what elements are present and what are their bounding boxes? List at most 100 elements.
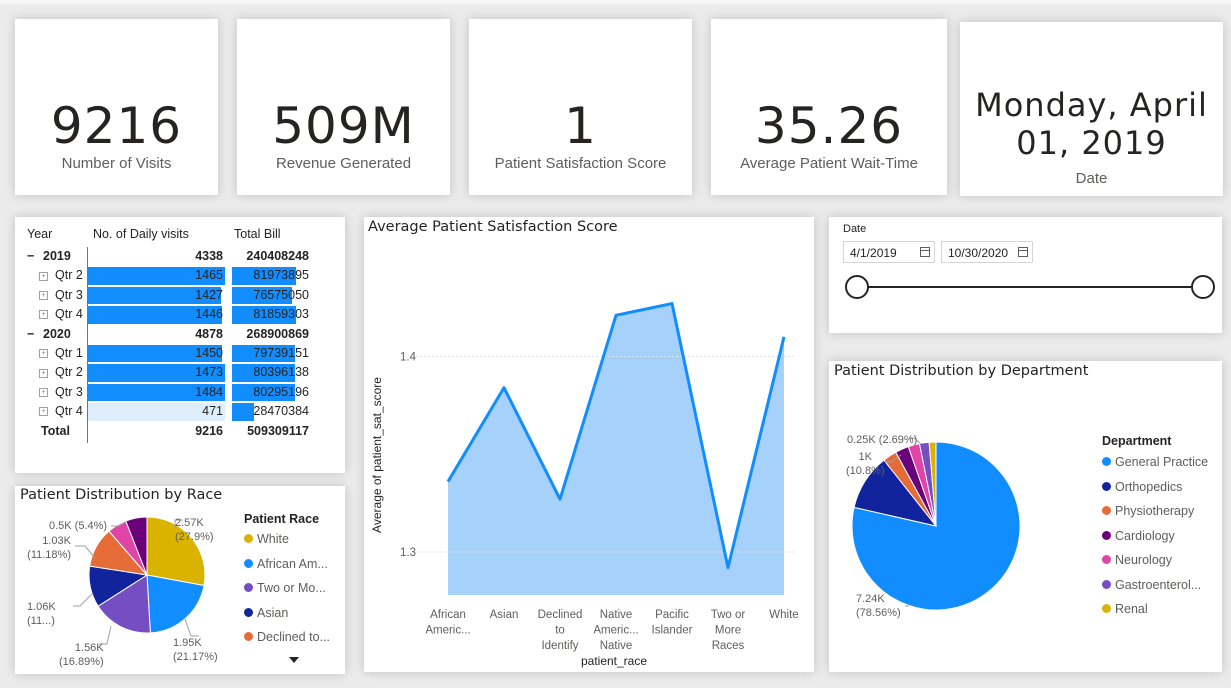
legend-label: Neurology — [1115, 553, 1172, 567]
bill-cell: 80396138 — [253, 365, 309, 380]
top-strip — [0, 0, 1231, 4]
race-legend-item[interactable]: Two or Mo... — [244, 581, 326, 595]
legend-dot-icon — [244, 607, 253, 617]
slider-start-handle[interactable] — [845, 275, 869, 299]
legend-dot-icon — [1102, 506, 1111, 516]
dept-legend-item[interactable]: Orthopedics — [1102, 480, 1182, 494]
expand-icon[interactable]: + — [39, 290, 48, 300]
expand-icon[interactable]: + — [39, 407, 48, 417]
bill-cell: 80295196 — [253, 384, 309, 399]
x-tick-label: Native — [600, 640, 633, 652]
kpi-card-revenue[interactable]: 509M Revenue Generated — [237, 19, 450, 195]
expand-icon[interactable]: + — [39, 349, 48, 359]
calendar-icon[interactable] — [1018, 247, 1028, 257]
matrix-year-row[interactable]: −2020 4878 268900869 — [21, 325, 311, 344]
kpi-card-wait-time[interactable]: 35.26 Average Patient Wait-Time — [711, 19, 947, 195]
matrix-quarter-row[interactable]: + Qtr 2 1465 81973895 — [21, 266, 311, 285]
kpi-card-visits[interactable]: 9216 Number of Visits — [15, 19, 218, 195]
expand-icon[interactable]: + — [39, 387, 48, 397]
matrix-visual[interactable]: Year No. of Daily visits Total Bill −201… — [15, 217, 345, 473]
start-date-input[interactable]: 4/1/2019 — [843, 241, 935, 263]
row-label-text: Qtr 3 — [55, 287, 83, 302]
expand-icon[interactable]: + — [39, 310, 48, 320]
x-tick-label: Islander — [652, 625, 693, 637]
matrix-quarter-row[interactable]: + Qtr 4 471 28470384 — [21, 402, 311, 421]
bill-cell: 81859303 — [253, 307, 309, 322]
bill-cell: 240408248 — [246, 249, 309, 263]
kpi-value: 35.26 — [754, 97, 904, 155]
legend-label: Renal — [1115, 602, 1148, 616]
race-legend-item[interactable]: Asian — [244, 606, 288, 620]
visits-cell: 471 — [202, 404, 223, 419]
y-tick-label: 1.4 — [400, 351, 417, 363]
dept-legend-item[interactable]: Neurology — [1102, 553, 1172, 567]
legend-dot-icon — [1102, 530, 1111, 540]
kpi-card-satisfaction[interactable]: 1 Patient Satisfaction Score — [469, 19, 692, 195]
matrix-quarter-row[interactable]: + Qtr 4 1446 81859303 — [21, 305, 311, 324]
row-label-text: 2020 — [43, 326, 71, 341]
row-label: + Qtr 4 — [21, 402, 87, 421]
total-visits: 9216 — [195, 423, 223, 438]
matrix-quarter-row[interactable]: + Qtr 3 1427 76575050 — [21, 286, 311, 305]
pie-label: 7.24K (78.56%) — [856, 593, 901, 619]
matrix-quarter-row[interactable]: + Qtr 2 1473 80396138 — [21, 363, 311, 382]
satisfaction-area-chart[interactable]: Average Patient Satisfaction Score Avera… — [364, 217, 814, 672]
matrix-year-row[interactable]: −2019 4338 240408248 — [21, 247, 311, 266]
row-label: −2019 — [21, 247, 87, 266]
legend-label: Physiotherapy — [1115, 504, 1195, 518]
end-date-input[interactable]: 10/30/2020 — [941, 241, 1033, 263]
race-legend-item[interactable]: Declined to... — [244, 630, 330, 644]
kpi-label: Revenue Generated — [275, 155, 412, 172]
y-axis-label: Average of patient_sat_score — [370, 377, 384, 533]
department-pie-visual[interactable]: Patient Distribution by Department Depar… — [829, 361, 1222, 672]
dept-legend-item[interactable]: Physiotherapy — [1102, 504, 1194, 518]
legend-dot-icon — [1102, 555, 1111, 565]
row-label: + Qtr 4 — [21, 305, 87, 324]
legend-label: Asian — [257, 605, 289, 620]
expand-icon[interactable]: + — [39, 271, 48, 281]
header-year[interactable]: Year — [21, 221, 87, 247]
legend-dot-icon — [244, 583, 253, 593]
row-label: + Qtr 2 — [21, 363, 87, 382]
row-label: + Qtr 1 — [21, 344, 87, 363]
collapse-icon[interactable]: − — [27, 247, 35, 266]
x-tick-label: to — [555, 625, 565, 637]
row-label-text: Qtr 1 — [55, 345, 83, 360]
matrix-quarter-row[interactable]: + Qtr 3 1484 80295196 — [21, 383, 311, 402]
leader-line — [184, 618, 199, 637]
legend-more-icon[interactable] — [289, 657, 299, 663]
legend-label: Orthopedics — [1115, 479, 1183, 494]
matrix-quarter-row[interactable]: + Qtr 1 1450 79739151 — [21, 344, 311, 363]
slider-end-handle[interactable] — [1191, 275, 1215, 299]
expand-icon[interactable]: + — [39, 368, 48, 378]
race-legend-item[interactable]: African Am... — [244, 557, 328, 571]
dept-legend-item[interactable]: General Practice — [1102, 455, 1208, 469]
pie-label: 1.03K (11.18%) — [27, 535, 71, 561]
header-visits[interactable]: No. of Daily visits — [88, 221, 225, 247]
legend-label: Gastroenterol... — [1115, 577, 1202, 592]
legend-title: Department — [1102, 434, 1172, 448]
visits-cell: 1446 — [195, 307, 223, 322]
date-slicer[interactable]: Date 4/1/2019 10/30/2020 — [829, 217, 1222, 333]
dept-legend-item[interactable]: Gastroenterol... — [1102, 578, 1201, 592]
calendar-icon[interactable] — [920, 247, 930, 257]
race-legend-item[interactable]: White — [244, 532, 289, 546]
bill-cell: 268900869 — [246, 326, 309, 341]
header-bill[interactable]: Total Bill — [229, 221, 311, 247]
legend-label: African Am... — [257, 556, 328, 571]
legend-dot-icon — [1102, 481, 1111, 491]
matrix-total-row: Total 9216 509309117 — [21, 422, 311, 441]
slider-track[interactable] — [857, 286, 1203, 288]
row-label-text: Qtr 2 — [55, 268, 83, 283]
pie-label: 1.95K (21.17%) — [173, 637, 218, 663]
collapse-icon[interactable]: − — [27, 325, 35, 344]
dept-legend-item[interactable]: Renal — [1102, 602, 1148, 616]
kpi-card-date[interactable]: Monday, April 01, 2019 Date — [960, 22, 1223, 196]
total-bill: 509309117 — [247, 423, 309, 438]
race-pie-visual[interactable]: Patient Distribution by Race Patient Rac… — [15, 486, 345, 674]
visits-cell: 1473 — [195, 365, 223, 380]
dept-legend-item[interactable]: Cardiology — [1102, 529, 1175, 543]
visits-cell: 1427 — [195, 287, 223, 302]
row-label: + Qtr 3 — [21, 286, 87, 305]
race-slice-african-am[interactable] — [146, 574, 205, 634]
